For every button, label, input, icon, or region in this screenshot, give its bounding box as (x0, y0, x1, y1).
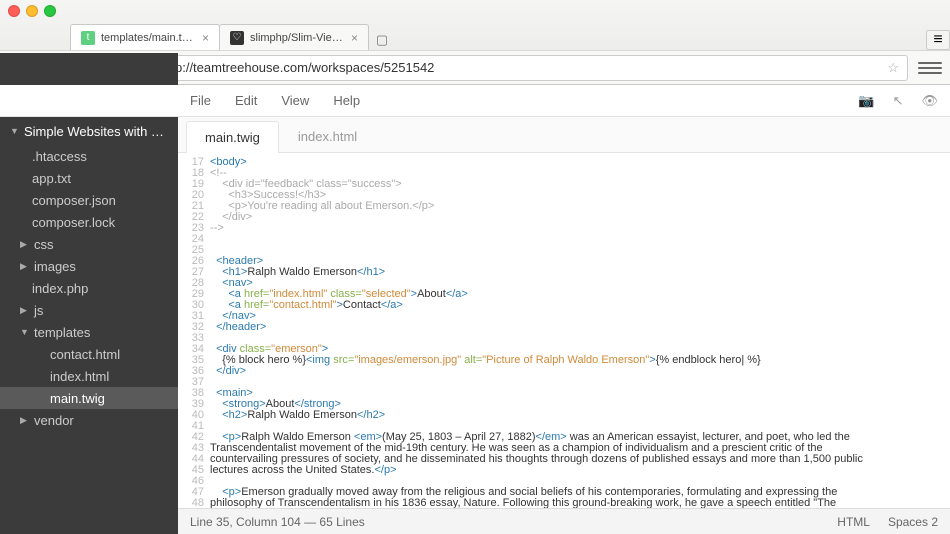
file-composer-json[interactable]: composer.json (0, 189, 178, 211)
browser-tab-title: slimphp/Slim-Views (250, 32, 345, 44)
file-index-html[interactable]: index.html (0, 365, 178, 387)
cursor-position-status: Line 35, Column 104 — 65 Lines (190, 515, 365, 529)
code-line[interactable]: </div> (210, 212, 950, 223)
chevron-down-icon: ▼ (20, 327, 28, 337)
browser-tab-1[interactable]: ♡ slimphp/Slim-Views × (219, 24, 369, 50)
window-close-button[interactable] (8, 5, 20, 17)
favicon-github-icon: ♡ (230, 31, 244, 45)
browser-tab-title: templates/main.twig — Tre (101, 32, 196, 44)
file-composer-lock[interactable]: composer.lock (0, 211, 178, 233)
file-main-twig[interactable]: main.twig (0, 387, 178, 409)
tree-item-label: composer.json (32, 193, 116, 208)
file--htaccess[interactable]: .htaccess (0, 145, 178, 167)
project-root-label: Simple Websites with P... (24, 124, 168, 139)
syntax-mode-status[interactable]: HTML (837, 515, 870, 529)
project-root[interactable]: ▼ Simple Websites with P... (0, 117, 178, 145)
browser-tabbar: t templates/main.twig — Tre × ♡ slimphp/… (0, 22, 950, 50)
chrome-menu-button[interactable] (918, 58, 942, 78)
window-minimize-button[interactable] (26, 5, 38, 17)
workspace: ▼ Simple Websites with P... .htaccess app… (0, 117, 950, 534)
code-content[interactable]: <body><!-- <div id="feedback" class="suc… (210, 153, 950, 508)
code-line[interactable]: <h2>Ralph Waldo Emerson</h2> (210, 410, 950, 421)
tree-item-label: main.twig (50, 391, 105, 406)
url-bar[interactable]: 🗋 http://teamtreehouse.com/workspaces/52… (135, 55, 908, 81)
tree-item-label: app.txt (32, 171, 71, 186)
file-app-txt[interactable]: app.txt (0, 167, 178, 189)
tree-item-label: composer.lock (32, 215, 115, 230)
file-contact-html[interactable]: contact.html (0, 343, 178, 365)
bookmark-star-icon[interactable]: ☆ (887, 60, 899, 76)
code-editor[interactable]: 1718192021222324252627282930313233343536… (178, 153, 950, 508)
editor-tabbar: main.twig index.html (178, 117, 950, 153)
file-tree-sidebar[interactable]: ▼ Simple Websites with P... .htaccess app… (0, 117, 178, 534)
editor-tab-main-twig[interactable]: main.twig (186, 121, 279, 153)
folder-templates[interactable]: ▼ templates (0, 321, 178, 343)
indent-status[interactable]: Spaces 2 (888, 515, 938, 529)
chevron-right-icon: ▶ (20, 415, 28, 426)
browser-menu-button[interactable]: ≡ (926, 30, 950, 50)
editor-tab-index-html[interactable]: index.html (279, 120, 376, 152)
code-line[interactable] (210, 377, 950, 388)
code-line[interactable]: lectures across the United States.</p> (210, 465, 950, 476)
status-bar: Line 35, Column 104 — 65 Lines HTML Spac… (178, 508, 950, 534)
sidebar-topcorner (0, 53, 178, 85)
code-line[interactable]: <p>You're reading all about Emerson.</p> (210, 201, 950, 212)
favicon-treehouse-icon: t (81, 31, 95, 45)
window-maximize-button[interactable] (44, 5, 56, 17)
ide-app: File Edit View Help 📷 ↖ 👁 ▼ Simple Websi… (0, 85, 950, 534)
chevron-right-icon: ▶ (20, 261, 28, 272)
chevron-right-icon: ▶ (20, 305, 28, 316)
code-line[interactable]: </nav> (210, 311, 950, 322)
tab-close-icon[interactable]: × (202, 31, 209, 45)
editor-area: main.twig index.html 1718192021222324252… (178, 117, 950, 534)
code-line[interactable]: --> (210, 223, 950, 234)
tree-item-label: vendor (34, 413, 74, 428)
new-tab-button[interactable]: ▢ (372, 30, 392, 50)
code-line[interactable] (210, 234, 950, 245)
tree-item-label: css (34, 237, 54, 252)
window-titlebar (0, 0, 950, 22)
tree-item-label: .htaccess (32, 149, 87, 164)
code-line[interactable]: <h1>Ralph Waldo Emerson</h1> (210, 267, 950, 278)
file-index-php[interactable]: index.php (0, 277, 178, 299)
tree-item-label: js (34, 303, 43, 318)
code-line[interactable]: {% block hero %}<img src="images/emerson… (210, 355, 950, 366)
tree-item-label: index.html (50, 369, 109, 384)
folder-css[interactable]: ▶ css (0, 233, 178, 255)
tree-item-label: templates (34, 325, 90, 340)
tree-item-label: contact.html (50, 347, 120, 362)
code-line[interactable]: <body> (210, 157, 950, 168)
menu-edit[interactable]: Edit (235, 93, 257, 108)
folder-js[interactable]: ▶ js (0, 299, 178, 321)
url-text: http://teamtreehouse.com/workspaces/5251… (161, 60, 435, 75)
preview-eye-icon[interactable]: 👁 (921, 93, 938, 109)
menu-help[interactable]: Help (333, 93, 360, 108)
tree-item-label: index.php (32, 281, 88, 296)
line-gutter: 1718192021222324252627282930313233343536… (178, 153, 210, 508)
tree-item-label: images (34, 259, 76, 274)
chevron-right-icon: ▶ (20, 239, 28, 250)
camera-icon[interactable]: 📷 (858, 93, 874, 109)
chevron-down-icon: ▼ (10, 126, 18, 136)
tab-close-icon[interactable]: × (351, 31, 358, 45)
browser-tab-0[interactable]: t templates/main.twig — Tre × (70, 24, 220, 50)
code-line[interactable]: philosophy of Transcendentalism in his 1… (210, 498, 950, 508)
cursor-icon[interactable]: ↖ (893, 93, 904, 109)
folder-images[interactable]: ▶ images (0, 255, 178, 277)
code-line[interactable]: </div> (210, 366, 950, 377)
code-line[interactable]: </header> (210, 322, 950, 333)
folder-vendor[interactable]: ▶ vendor (0, 409, 178, 431)
code-line[interactable]: <a href="contact.html">Contact</a> (210, 300, 950, 311)
menu-file[interactable]: File (190, 93, 211, 108)
menu-view[interactable]: View (281, 93, 309, 108)
code-line[interactable] (210, 245, 950, 256)
ide-menubar: File Edit View Help 📷 ↖ 👁 (0, 85, 950, 117)
